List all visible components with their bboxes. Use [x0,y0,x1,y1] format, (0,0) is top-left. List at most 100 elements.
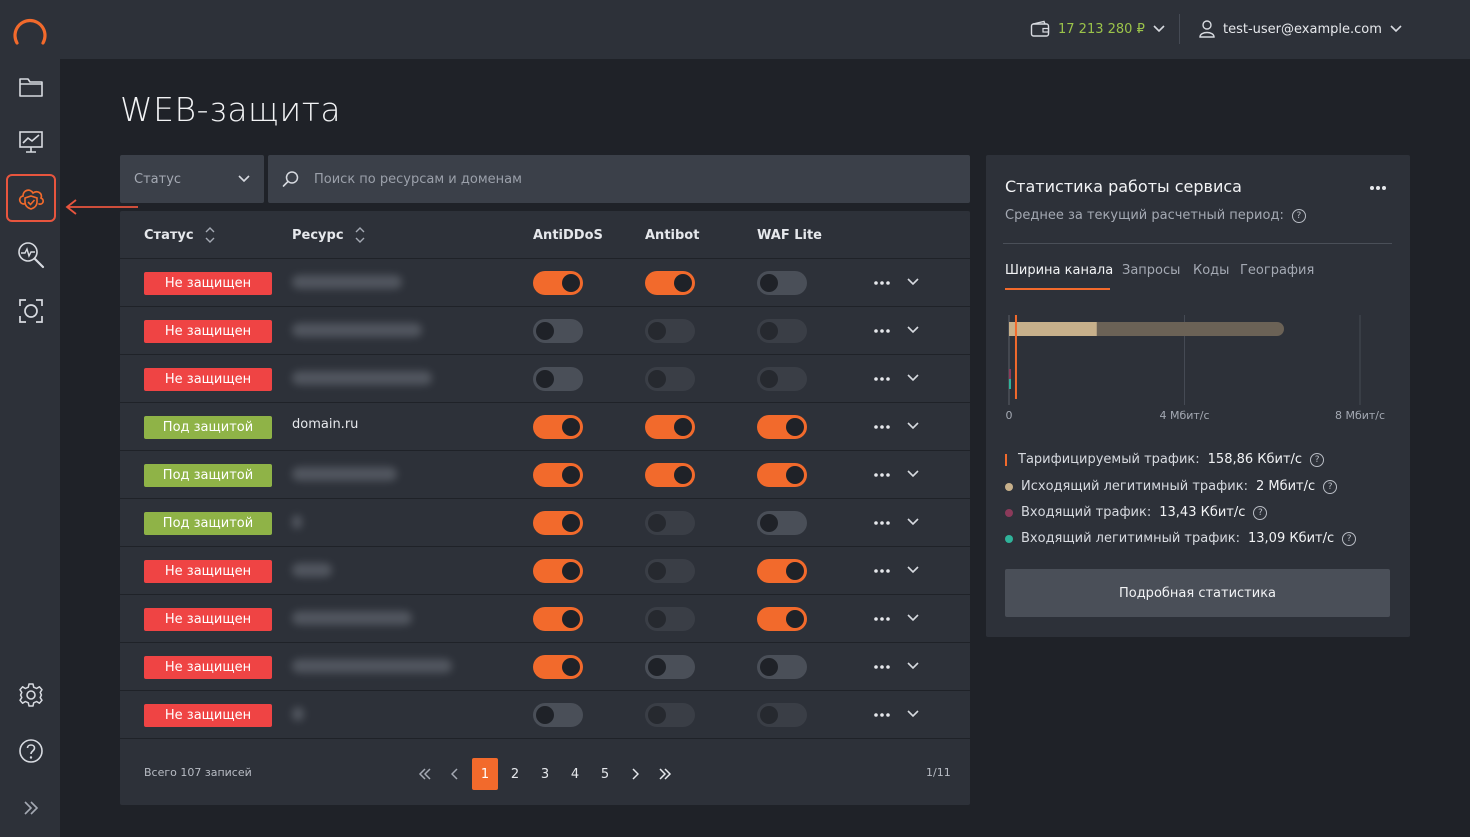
antiddos-toggle[interactable] [533,655,583,679]
table-row[interactable]: Не защищен [120,547,970,595]
waf-toggle[interactable] [757,607,807,631]
resource-name-redacted[interactable] [292,563,332,577]
status-filter-dropdown[interactable]: Статус [120,155,264,203]
more-icon[interactable] [1368,181,1388,195]
tab-codes[interactable]: Коды [1193,263,1229,278]
legend-label: Тарифицируемый трафик: [1018,452,1200,467]
antiddos-toggle[interactable] [533,319,583,343]
table-row[interactable]: Не защищен [120,259,970,307]
table-row[interactable]: Не защищен [120,595,970,643]
antibot-toggle[interactable] [645,463,695,487]
row-expand-button[interactable] [904,273,922,291]
prev-page-button[interactable] [442,758,468,790]
user-icon [1199,20,1215,38]
sidebar-item-scanner[interactable] [6,287,56,335]
row-actions-button[interactable] [872,705,892,725]
antiddos-toggle[interactable] [533,559,583,583]
resource-name-redacted[interactable] [292,515,302,529]
row-expand-button[interactable] [904,705,922,723]
logo-icon[interactable] [9,10,51,52]
page-button[interactable]: 3 [532,758,558,790]
balance-dropdown[interactable]: 17 213 280 ₽ [1030,18,1165,40]
table-row[interactable]: Под защитой domain.ru [120,403,970,451]
table-row[interactable]: Не защищен [120,643,970,691]
detailed-stats-button[interactable]: Подробная статистика [1005,569,1390,617]
last-page-button[interactable] [652,758,678,790]
row-expand-button[interactable] [904,609,922,627]
row-actions-button[interactable] [872,561,892,581]
row-expand-button[interactable] [904,369,922,387]
row-actions-button[interactable] [872,273,892,293]
antibot-toggle[interactable] [645,655,695,679]
row-expand-button[interactable] [904,417,922,435]
resource-name-redacted[interactable] [292,611,412,625]
antiddos-toggle[interactable] [533,367,583,391]
legend-outgoing-legit: Исходящий легитимный трафик: 2 Мбит/с ? [1005,479,1338,494]
help-icon[interactable]: ? [1310,452,1325,467]
row-expand-button[interactable] [904,657,922,675]
row-actions-button[interactable] [872,513,892,533]
toggle-knob [562,466,580,484]
column-resource[interactable]: Ресурс [292,211,366,259]
page-button[interactable]: 4 [562,758,588,790]
sidebar-item-files[interactable] [6,63,56,111]
resource-name-redacted[interactable] [292,659,452,673]
table-row[interactable]: Под защитой [120,451,970,499]
tab-geography[interactable]: География [1240,263,1314,278]
help-icon[interactable]: ? [1342,531,1357,546]
resource-name-redacted[interactable] [292,323,422,337]
row-actions-button[interactable] [872,321,892,341]
antiddos-toggle[interactable] [533,703,583,727]
row-expand-button[interactable] [904,465,922,483]
row-expand-button[interactable] [904,321,922,339]
sidebar-item-settings[interactable] [6,671,56,719]
help-icon[interactable]: ? [1253,505,1268,520]
row-expand-button[interactable] [904,513,922,531]
search-input[interactable] [314,171,914,187]
user-menu[interactable]: test-user@example.com [1199,18,1402,40]
row-actions-button[interactable] [872,417,892,437]
sidebar-expand[interactable] [6,784,56,832]
sidebar-item-help[interactable] [6,727,56,775]
page-button[interactable]: 1 [472,758,498,790]
table-row[interactable]: Под защитой [120,499,970,547]
antiddos-toggle[interactable] [533,463,583,487]
sidebar-item-web-protection[interactable] [6,174,56,222]
help-icon[interactable]: ? [1291,208,1306,223]
table-row[interactable]: Не защищен [120,691,970,739]
page-button[interactable]: 2 [502,758,528,790]
sidebar-item-analytics[interactable] [6,231,56,279]
resource-name-redacted[interactable] [292,275,402,289]
waf-toggle[interactable] [757,415,807,439]
page-button[interactable]: 5 [592,758,618,790]
first-page-button[interactable] [412,758,438,790]
resource-name[interactable]: domain.ru [292,417,358,432]
tab-requests[interactable]: Запросы [1122,263,1180,278]
waf-toggle[interactable] [757,559,807,583]
row-actions-button[interactable] [872,657,892,677]
table-row[interactable]: Не защищен [120,307,970,355]
table-row[interactable]: Не защищен [120,355,970,403]
waf-toggle[interactable] [757,463,807,487]
waf-toggle[interactable] [757,655,807,679]
antiddos-toggle[interactable] [533,415,583,439]
row-actions-button[interactable] [872,465,892,485]
waf-toggle[interactable] [757,511,807,535]
sidebar-item-monitoring[interactable] [6,118,56,166]
next-page-button[interactable] [622,758,648,790]
column-status[interactable]: Статус [144,211,216,259]
antiddos-toggle[interactable] [533,511,583,535]
waf-toggle[interactable] [757,271,807,295]
help-icon[interactable]: ? [1323,479,1338,494]
row-actions-button[interactable] [872,369,892,389]
resource-name-redacted[interactable] [292,371,432,385]
row-expand-button[interactable] [904,561,922,579]
resource-name-redacted[interactable] [292,467,397,481]
antiddos-toggle[interactable] [533,271,583,295]
tab-bandwidth[interactable]: Ширина канала [1005,263,1113,278]
antiddos-toggle[interactable] [533,607,583,631]
row-actions-button[interactable] [872,609,892,629]
antibot-toggle[interactable] [645,271,695,295]
antibot-toggle[interactable] [645,415,695,439]
resource-name-redacted[interactable] [292,707,304,721]
